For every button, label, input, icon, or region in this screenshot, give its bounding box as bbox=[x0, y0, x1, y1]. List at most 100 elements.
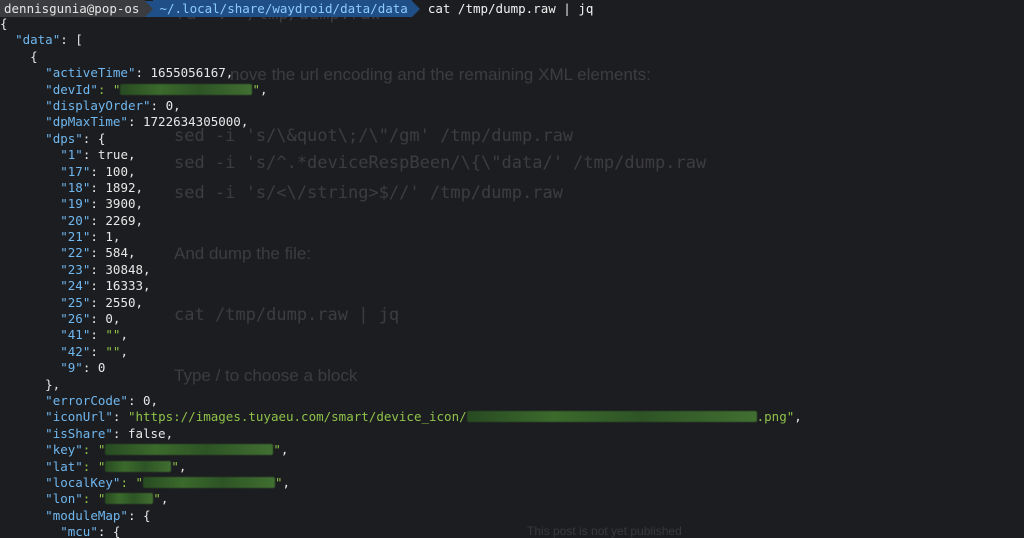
json-value: : 3900, bbox=[90, 196, 144, 212]
json-key-quote: " bbox=[105, 409, 113, 425]
json-key-quote: " bbox=[75, 130, 83, 146]
json-string-quote: " bbox=[275, 474, 283, 490]
json-line: "mcu": { bbox=[0, 524, 802, 538]
json-key-quote: " bbox=[45, 97, 53, 113]
json-line: { bbox=[0, 49, 802, 65]
json-punctuation: , bbox=[120, 327, 128, 343]
json-line: "25": 2550, bbox=[0, 295, 802, 311]
json-key-quote: " bbox=[45, 507, 53, 523]
json-key: 24 bbox=[67, 278, 83, 294]
json-line: "errorCode": 0, bbox=[0, 393, 802, 409]
json-key-quote: " bbox=[60, 294, 68, 310]
json-string-quote: " bbox=[153, 491, 161, 507]
redacted-value bbox=[105, 460, 172, 472]
json-value: : 16333, bbox=[90, 278, 151, 294]
json-line: "key": " ", bbox=[0, 442, 802, 458]
json-key-quote: " bbox=[60, 245, 68, 261]
json-key-quote: " bbox=[90, 524, 98, 538]
json-line: "1": true, bbox=[0, 147, 802, 163]
json-punctuation: , bbox=[120, 343, 128, 359]
json-line: "dps": { bbox=[0, 131, 802, 147]
json-key-quote: " bbox=[45, 392, 53, 408]
json-punctuation: { bbox=[30, 48, 38, 64]
json-key: displayOrder bbox=[52, 97, 143, 113]
json-value: : 0, bbox=[150, 97, 181, 113]
json-value: : { bbox=[127, 507, 151, 523]
json-punctuation: , bbox=[160, 491, 169, 507]
json-key-quote: " bbox=[120, 507, 128, 523]
redacted-value bbox=[105, 444, 274, 456]
json-line: "lon": " ", bbox=[0, 491, 802, 507]
json-key-quote: " bbox=[45, 130, 53, 146]
json-key: lon bbox=[52, 491, 76, 507]
redacted-value bbox=[466, 411, 757, 423]
json-key-quote: " bbox=[105, 425, 113, 441]
prompt-command: cat /tmp/dump.raw | jq bbox=[427, 1, 594, 16]
json-value: : 584, bbox=[90, 245, 136, 261]
json-value: : bbox=[112, 409, 128, 425]
json-key-quote: " bbox=[60, 147, 68, 163]
json-key: localKey bbox=[52, 474, 113, 490]
json-value: : " bbox=[82, 491, 106, 507]
json-key-quote: " bbox=[45, 458, 53, 474]
json-value: : [ bbox=[60, 32, 83, 48]
json-key: 25 bbox=[67, 294, 83, 310]
json-value: : bbox=[90, 343, 106, 359]
json-value: : 1655056167, bbox=[135, 65, 234, 81]
json-line: "devId": " ", bbox=[0, 82, 802, 98]
json-string-value: "" bbox=[105, 327, 121, 343]
json-key: dps bbox=[52, 130, 76, 146]
json-line: "iconUrl": "https://images.tuyaeu.com/sm… bbox=[0, 409, 802, 425]
json-key-quote: " bbox=[60, 327, 68, 343]
json-key: 19 bbox=[67, 196, 83, 212]
prompt-path: ~/.local/share/waydroid/data/data bbox=[153, 0, 412, 17]
json-key-quote: " bbox=[75, 458, 83, 474]
json-value: : " bbox=[120, 474, 144, 490]
json-key-quote: " bbox=[45, 81, 53, 97]
json-punctuation: , bbox=[259, 81, 268, 97]
json-key: 23 bbox=[67, 261, 83, 277]
terminal-window: ra . /tmp/dump.raw nove the url encoding… bbox=[0, 0, 1024, 538]
json-key-quote: " bbox=[45, 114, 53, 130]
json-key-quote: " bbox=[60, 343, 68, 359]
redacted-value bbox=[120, 83, 253, 95]
json-line: "dpMaxTime": 1722634305000, bbox=[0, 114, 802, 130]
json-line: "22": 584, bbox=[0, 245, 802, 261]
json-key: iconUrl bbox=[52, 409, 106, 425]
json-punctuation: , bbox=[794, 409, 802, 425]
json-value: : 0, bbox=[127, 392, 159, 408]
json-value: : 1, bbox=[90, 229, 121, 245]
json-line: "19": 3900, bbox=[0, 196, 802, 212]
json-key-quote: " bbox=[60, 212, 68, 228]
json-string-quote: " bbox=[273, 442, 281, 458]
json-key: key bbox=[52, 442, 76, 458]
json-line: "18": 1892, bbox=[0, 180, 802, 196]
json-key-quote: " bbox=[60, 311, 68, 327]
json-key: 17 bbox=[67, 163, 83, 179]
json-line: "20": 2269, bbox=[0, 213, 802, 229]
json-value: : " bbox=[82, 442, 106, 458]
json-line: "data": [ bbox=[0, 32, 802, 48]
json-key: devId bbox=[52, 81, 91, 97]
json-line: "17": 100, bbox=[0, 164, 802, 180]
json-key-quote: " bbox=[60, 261, 68, 277]
json-key-quote: " bbox=[143, 97, 151, 113]
json-key-quote: " bbox=[60, 196, 68, 212]
json-line: "9": 0 bbox=[0, 360, 802, 376]
json-key-quote: " bbox=[75, 491, 83, 507]
redacted-value bbox=[143, 476, 276, 488]
json-value: : " bbox=[82, 458, 106, 474]
json-key: 41 bbox=[67, 327, 83, 343]
json-line: "23": 30848, bbox=[0, 262, 802, 278]
json-value: : { bbox=[82, 130, 106, 146]
json-key: 22 bbox=[67, 245, 83, 261]
json-value: : 30848, bbox=[90, 261, 151, 277]
json-value: : " bbox=[97, 81, 121, 97]
json-value: : 1722634305000, bbox=[127, 114, 249, 130]
json-key-quote: " bbox=[60, 360, 68, 376]
shell-prompt: dennisgunia@pop-os ~/.local/share/waydro… bbox=[0, 0, 593, 17]
json-key-quote: " bbox=[45, 409, 53, 425]
json-string-quote: " bbox=[171, 458, 179, 474]
jq-output: { "data": [ { "activeTime": 1655056167, … bbox=[0, 16, 802, 538]
json-key-quote: " bbox=[60, 163, 68, 179]
